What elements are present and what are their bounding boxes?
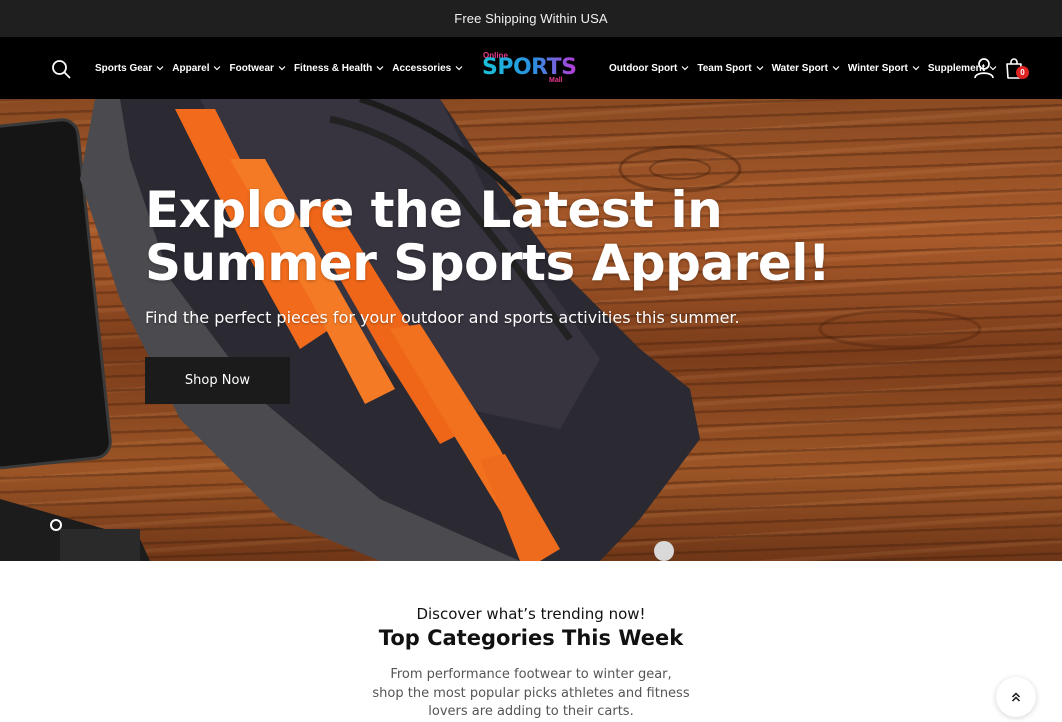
description-line: shop the most popular picks athletes and… [372,685,690,701]
nav-item-water-sport[interactable]: Water Sport [772,63,840,74]
site-logo[interactable]: Online SPORTS Mall [482,48,577,88]
chevron-down-icon [214,66,221,71]
nav-item-apparel[interactable]: Apparel [172,63,221,74]
chevron-down-icon [455,66,463,71]
section-eyebrow: Discover what’s trending now! [416,605,646,623]
primary-nav-left: Sports Gear Apparel Footwear Fitness & H… [95,37,471,99]
section-title: Top Categories This Week [378,626,684,650]
nav-item-team-sport[interactable]: Team Sport [697,62,764,74]
announcement-bar: Free Shipping Within USA [0,0,1062,37]
shop-now-button[interactable]: Shop Now [145,357,290,404]
logo-bottom-text: Mall [549,77,563,84]
hero-content: Explore the Latest in Summer Sports Appa… [145,184,845,404]
description-line: lovers are adding to their carts. [428,704,634,719]
hero-background-image [0,99,982,561]
nav-item-label: Water Sport [771,62,828,74]
nav-item-label: Footwear [229,62,274,74]
primary-nav-right: Outdoor Sport Team Sport Water Sport Win… [609,37,997,99]
description-line: From performance footwear to winter gear… [390,667,672,682]
back-to-top-button[interactable] [996,677,1036,717]
hero-title: Explore the Latest in Summer Sports Appa… [145,184,845,290]
user-icon[interactable] [973,57,995,79]
nav-item-label: Team Sport [697,62,752,74]
trending-section: Discover what’s trending now! Top Catego… [0,561,1062,722]
nav-item-label: Winter Sport [847,62,908,74]
chevron-down-icon [156,66,164,71]
nav-item-sports-gear[interactable]: Sports Gear [95,63,164,74]
nav-item-outdoor-sport[interactable]: Outdoor Sport [609,63,689,74]
nav-item-label: Fitness & Health [293,62,373,74]
hero-subtitle: Find the perfect pieces for your outdoor… [145,308,740,327]
chevron-down-icon [681,66,689,71]
announcement-text: Free Shipping Within USA [454,11,608,26]
nav-item-accessories[interactable]: Accessories [392,63,463,74]
nav-item-label: Apparel [172,62,210,74]
double-chevron-up-icon [1011,692,1021,702]
nav-item-label: Sports Gear [95,62,153,74]
hero-title-line-2: Summer Sports Apparel! [145,234,831,292]
chevron-down-icon [278,66,286,71]
nav-item-fitness-health[interactable]: Fitness & Health [294,63,384,74]
nav-item-label: Outdoor Sport [609,62,678,74]
search-icon[interactable] [51,59,71,79]
section-description: From performance footwear to winter gear… [371,666,691,722]
chevron-down-icon [832,66,840,71]
nav-item-footwear[interactable]: Footwear [229,62,286,74]
site-header: Sports Gear Apparel Footwear Fitness & H… [0,37,1062,99]
hero-title-line-1: Explore the Latest in [145,181,723,239]
chevron-down-icon [756,66,764,71]
nav-item-label: Accessories [392,62,452,74]
chevron-down-icon [912,66,920,71]
hero-banner: Explore the Latest in Summer Sports Appa… [0,99,1062,561]
chevron-down-icon [376,66,384,71]
cart-count-badge: 0 [1016,66,1029,79]
slider-dot[interactable] [50,519,62,531]
nav-item-winter-sport[interactable]: Winter Sport [848,63,920,74]
